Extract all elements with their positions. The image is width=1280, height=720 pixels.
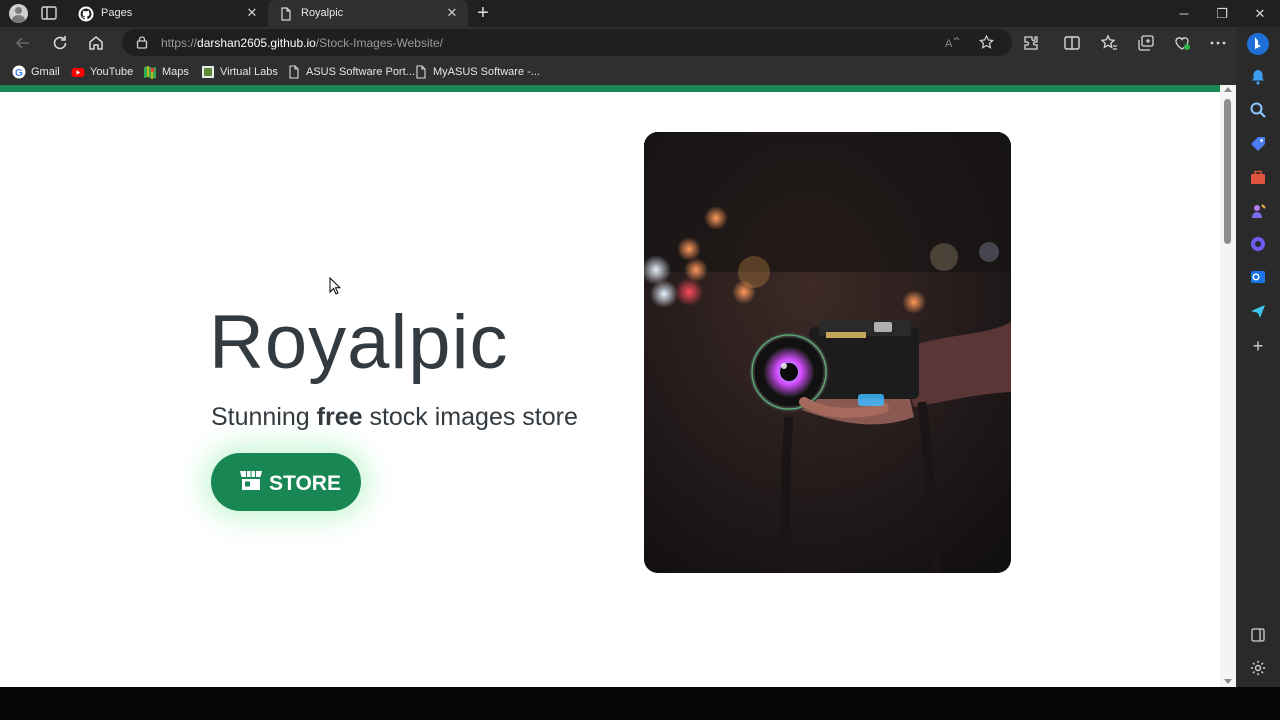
scrollbar-thumb[interactable] (1224, 99, 1231, 244)
scroll-down-arrow-icon[interactable] (1224, 679, 1232, 684)
tab-strip: Pages ✕ Royalpic ✕ + ─ ❐ ✕ (0, 0, 1280, 27)
url-text[interactable]: https://darshan2605.github.io/Stock-Imag… (161, 36, 443, 50)
bookmark-label: Maps (162, 66, 189, 78)
accent-bar (0, 85, 1220, 92)
browser-essentials-icon[interactable] (1172, 33, 1192, 53)
browser-toolbar: https://darshan2605.github.io/Stock-Imag… (0, 27, 1236, 59)
copilot-icon[interactable] (1249, 235, 1267, 253)
mouse-cursor-icon (329, 277, 341, 295)
close-tab-icon[interactable]: ✕ (245, 6, 259, 20)
refresh-icon[interactable] (50, 33, 70, 53)
bookmark-label: YouTube (90, 66, 134, 78)
bookmark-label: Gmail (31, 66, 60, 78)
svg-text:G: G (15, 68, 23, 79)
page-icon (281, 7, 291, 21)
close-window-icon[interactable]: ✕ (1241, 0, 1279, 27)
outlook-icon[interactable] (1249, 268, 1267, 286)
page-viewport: Royalpic Stunning free stock images stor… (0, 85, 1236, 687)
tab-royalpic[interactable]: Royalpic ✕ (268, 0, 468, 27)
url-path: /Stock-Images-Website/ (315, 36, 443, 50)
favorite-star-icon[interactable] (978, 34, 995, 51)
tab-title: Royalpic (301, 7, 344, 19)
bing-copilot-icon[interactable] (1246, 32, 1270, 56)
youtube-icon (71, 68, 85, 77)
os-taskbar (0, 687, 1280, 720)
notifications-bell-icon[interactable] (1249, 68, 1267, 86)
page-icon (416, 65, 426, 79)
bookmarks-bar: G Gmail YouTube Maps Virtual Labs ASUS S… (0, 59, 1236, 85)
profile-avatar-icon[interactable] (9, 4, 28, 23)
new-tab-icon[interactable]: + (474, 3, 492, 23)
home-icon[interactable] (86, 33, 106, 53)
subtitle-text: Stunning (211, 403, 317, 431)
address-bar[interactable]: https://darshan2605.github.io/Stock-Imag… (122, 29, 1012, 56)
bookmark-label: ASUS Software Port... (306, 66, 415, 78)
collections-icon[interactable] (1136, 33, 1156, 53)
tab-title: Pages (101, 7, 133, 19)
minimize-icon[interactable]: ─ (1165, 0, 1203, 27)
hero-subtitle: Stunning free stock images store (211, 403, 578, 432)
back-icon[interactable] (13, 33, 33, 53)
hero-image-camera (644, 132, 1011, 573)
edge-sidebar: + (1236, 27, 1280, 687)
bookmark-label: Virtual Labs (220, 66, 278, 78)
search-icon[interactable] (1249, 101, 1267, 119)
svg-text:A: A (945, 38, 953, 50)
page-icon (289, 65, 299, 79)
vertical-scrollbar[interactable] (1220, 85, 1236, 687)
read-aloud-icon[interactable]: A (944, 34, 961, 51)
url-scheme: https:// (161, 36, 198, 50)
hide-sidebar-icon[interactable] (1249, 626, 1267, 644)
settings-gear-icon[interactable] (1249, 659, 1267, 677)
extensions-icon[interactable] (1021, 33, 1041, 53)
hero-title: Royalpic (209, 300, 509, 385)
tools-briefcase-icon[interactable] (1249, 169, 1267, 187)
bookmark-label: MyASUS Software -... (433, 66, 540, 78)
split-screen-icon[interactable] (1062, 33, 1082, 53)
maps-icon (144, 66, 156, 79)
url-host: darshan2605.github.io (197, 36, 316, 50)
lock-icon[interactable] (135, 35, 149, 49)
camera-photo (644, 132, 1011, 573)
store-icon (240, 471, 262, 490)
restore-icon[interactable]: ❐ (1203, 0, 1241, 27)
subtitle-text: stock images store (362, 403, 578, 431)
close-tab-icon[interactable]: ✕ (445, 6, 459, 20)
tab-actions-icon[interactable] (40, 5, 58, 21)
virtual-labs-icon (202, 66, 214, 78)
favorites-icon[interactable] (1099, 33, 1119, 53)
more-menu-icon[interactable] (1208, 33, 1228, 53)
scroll-up-arrow-icon[interactable] (1224, 87, 1232, 92)
subtitle-bold-text: free (316, 403, 363, 431)
tab-pages[interactable]: Pages ✕ (68, 0, 268, 27)
games-icon[interactable] (1249, 202, 1267, 220)
drop-send-icon[interactable] (1249, 302, 1267, 320)
store-button[interactable]: STORE (211, 453, 361, 511)
github-icon (78, 6, 94, 22)
add-sidebar-app-icon[interactable]: + (1249, 337, 1267, 355)
google-icon: G (12, 65, 26, 79)
store-button-label: STORE (269, 472, 341, 495)
shopping-tag-icon[interactable] (1249, 135, 1267, 153)
